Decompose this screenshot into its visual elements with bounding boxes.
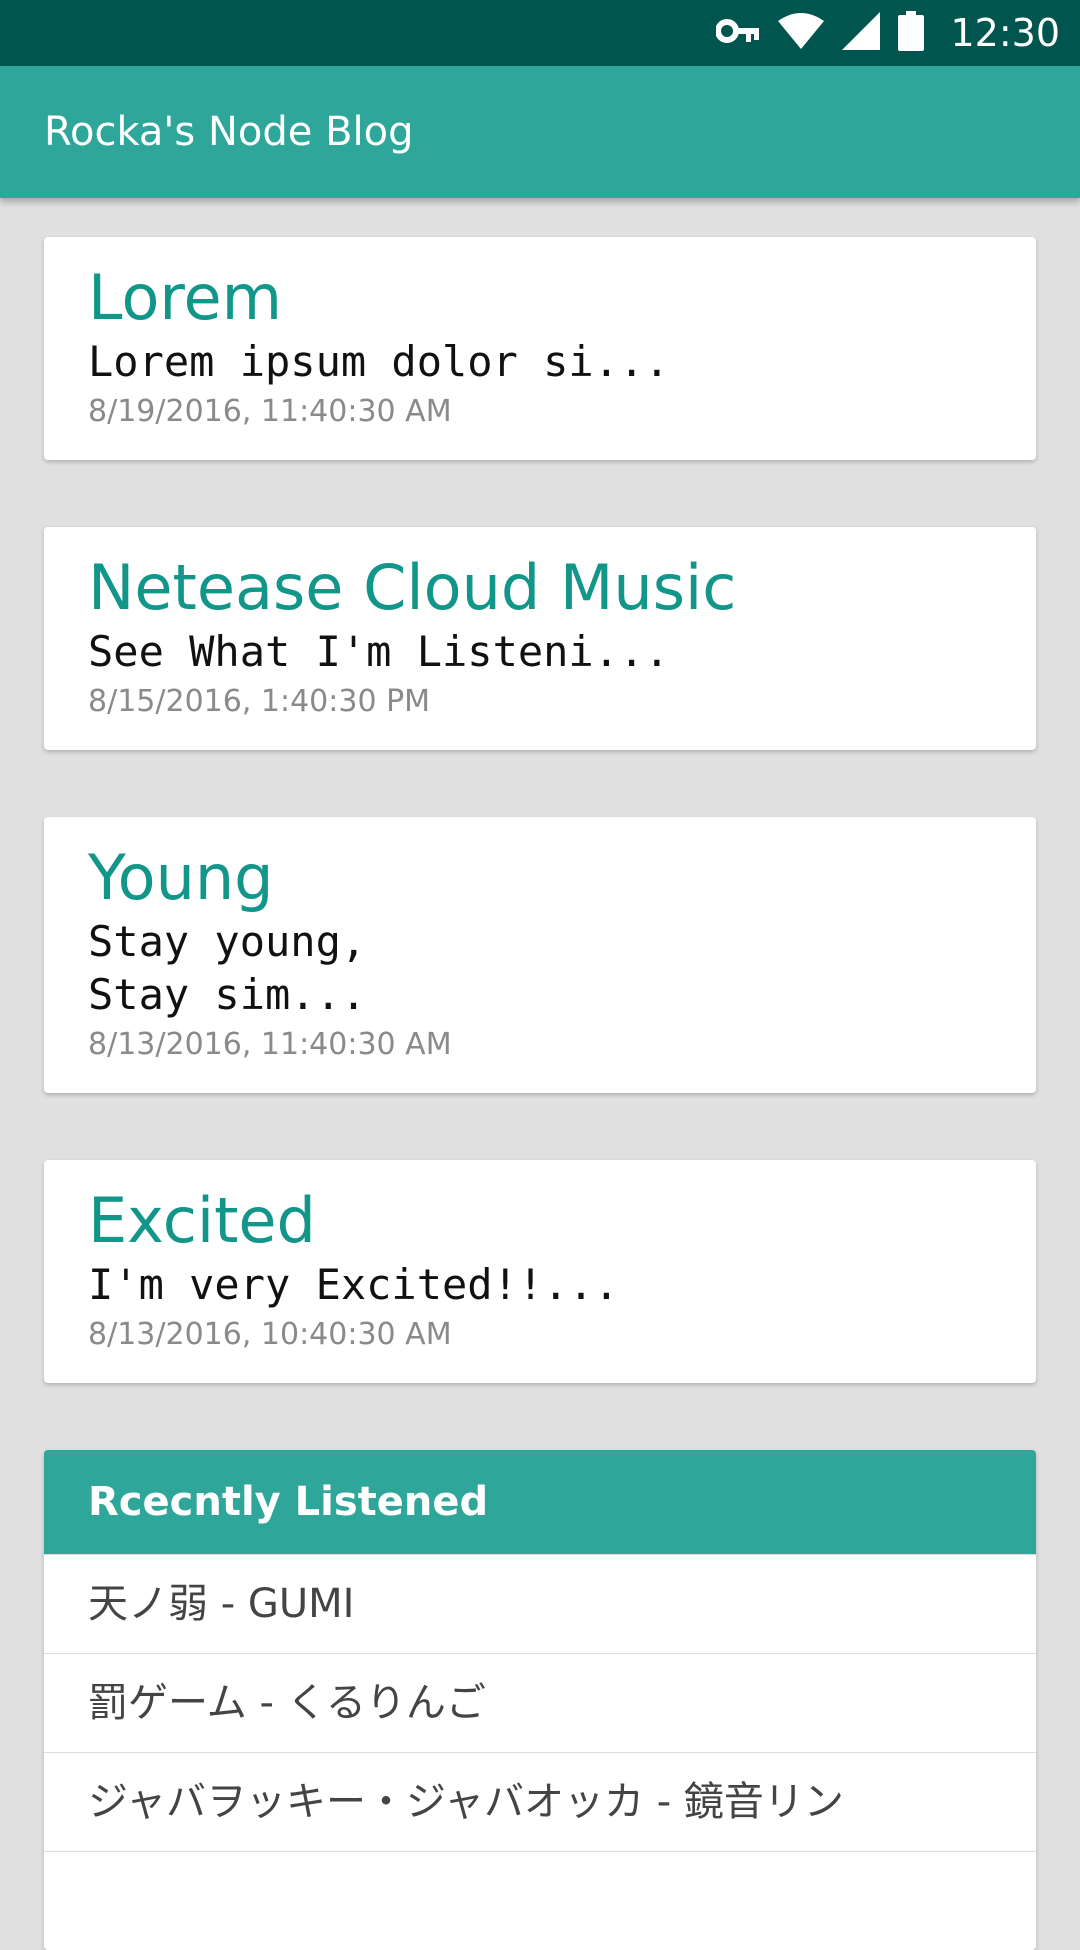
- post-excerpt: I'm very Excited!!...: [88, 1260, 620, 1309]
- status-time: 12:30: [950, 11, 1060, 55]
- post-excerpt: Stay young, Stay sim...: [88, 917, 367, 1019]
- app-title: Rocka's Node Blog: [44, 109, 414, 155]
- content: Lorem Lorem ipsum dolor si... 8/19/2016,…: [44, 198, 1036, 1950]
- song-item[interactable]: 罰ゲーム - くるりんご: [44, 1653, 1036, 1752]
- post-card[interactable]: Netease Cloud Music See What I'm Listeni…: [44, 527, 1036, 750]
- post-date: 8/19/2016, 11:40:30 AM: [88, 394, 452, 429]
- cellular-signal-icon: [842, 12, 881, 54]
- vpn-key-icon: [715, 16, 760, 50]
- post-title: Young: [88, 841, 274, 914]
- post-card[interactable]: Lorem Lorem ipsum dolor si... 8/19/2016,…: [44, 237, 1036, 460]
- song-item[interactable]: ジャバヲッキー・ジャバオッカ - 鏡音リン: [44, 1752, 1036, 1851]
- battery-icon: [898, 11, 925, 55]
- post-title: Lorem: [88, 261, 283, 334]
- recently-listened-header: Rcecntly Listened: [44, 1450, 1036, 1554]
- recently-listened-card: Rcecntly Listened 天ノ弱 - GUMI 罰ゲーム - くるりん…: [44, 1450, 1036, 1950]
- post-excerpt: See What I'm Listeni...: [88, 627, 670, 676]
- post-card[interactable]: Young Stay young, Stay sim... 8/13/2016,…: [44, 817, 1036, 1093]
- post-date: 8/15/2016, 1:40:30 PM: [88, 684, 431, 719]
- song-item[interactable]: 天ノ弱 - GUMI: [44, 1554, 1036, 1653]
- wifi-icon: [778, 13, 825, 53]
- status-bar: 12:30: [0, 0, 1080, 66]
- song-item-partial[interactable]: [44, 1851, 1036, 1950]
- post-date: 8/13/2016, 10:40:30 AM: [88, 1317, 452, 1352]
- app-bar: Rocka's Node Blog: [0, 66, 1080, 198]
- status-icons: 12:30: [715, 0, 1060, 66]
- post-excerpt: Lorem ipsum dolor si...: [88, 337, 670, 386]
- post-title: Netease Cloud Music: [88, 551, 737, 624]
- post-card[interactable]: Excited I'm very Excited!!... 8/13/2016,…: [44, 1160, 1036, 1383]
- post-title: Excited: [88, 1184, 316, 1257]
- post-date: 8/13/2016, 11:40:30 AM: [88, 1027, 452, 1062]
